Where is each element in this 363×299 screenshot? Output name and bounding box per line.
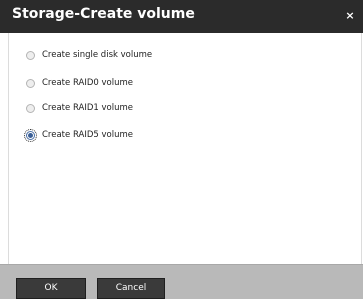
dialog-body: Create single disk volume Create RAID0 v… (8, 33, 362, 264)
option-label: Create RAID5 volume (42, 130, 133, 140)
option-label: Create RAID0 volume (42, 78, 133, 88)
radio-button-icon[interactable] (26, 50, 35, 60)
option-raid1-volume[interactable]: Create RAID1 volume (26, 101, 133, 115)
radio-button-icon[interactable] (24, 128, 37, 142)
radio-button-icon[interactable] (26, 78, 35, 88)
dialog-footer: OK Cancel (0, 264, 363, 299)
option-single-disk-volume[interactable]: Create single disk volume (26, 48, 152, 62)
cancel-button[interactable]: Cancel (97, 278, 165, 299)
dialog-title: Storage-Create volume (12, 6, 195, 22)
create-volume-dialog: Storage-Create volume × Create single di… (0, 0, 363, 299)
option-raid0-volume[interactable]: Create RAID0 volume (26, 76, 133, 90)
dialog-titlebar: Storage-Create volume × (0, 0, 363, 33)
option-raid5-volume[interactable]: Create RAID5 volume (24, 128, 133, 142)
radio-button-icon[interactable] (26, 103, 35, 113)
option-label: Create single disk volume (42, 50, 153, 60)
ok-button[interactable]: OK (16, 278, 86, 299)
close-icon[interactable]: × (345, 10, 355, 22)
option-label: Create RAID1 volume (42, 103, 133, 113)
